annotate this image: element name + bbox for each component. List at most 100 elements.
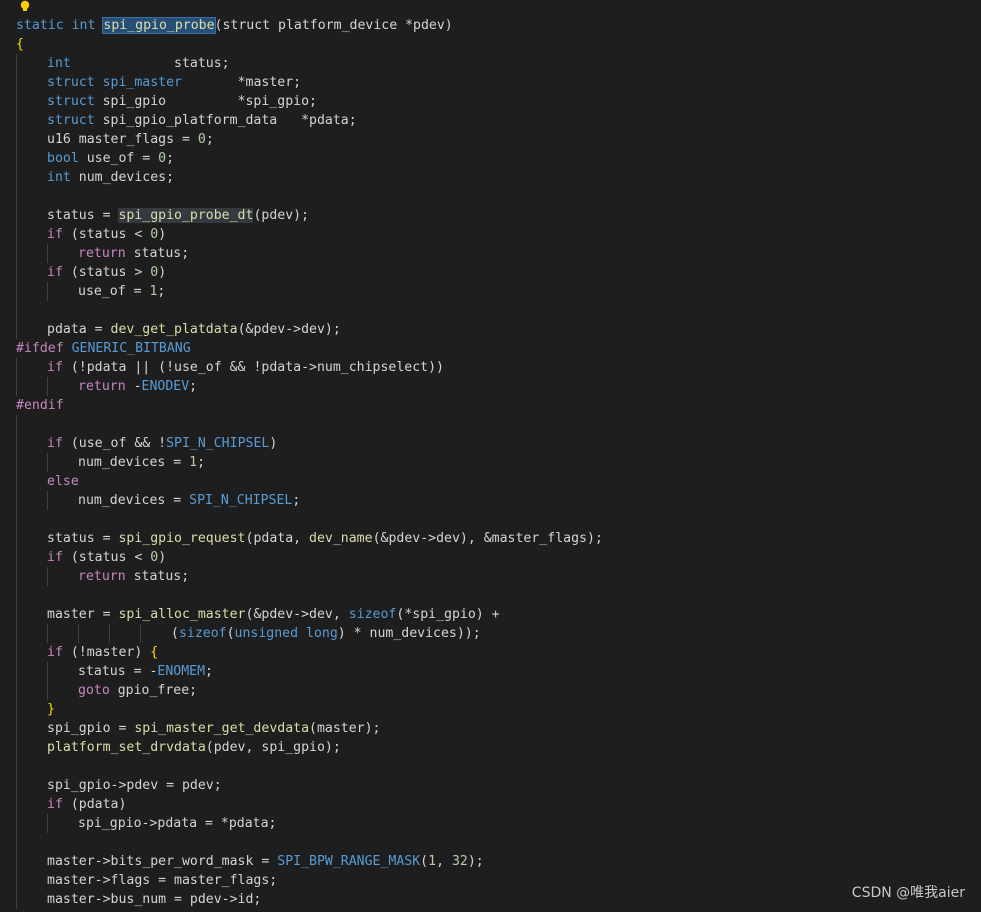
indent-guide	[16, 567, 17, 586]
code-line[interactable]: if (status > 0)	[0, 263, 981, 282]
code-line[interactable]: spi_gpio->pdev = pdev;	[0, 776, 981, 795]
code-line[interactable]	[0, 301, 981, 320]
code-line[interactable]: int status;	[0, 54, 981, 73]
code-line[interactable]	[0, 187, 981, 206]
indent-guide	[16, 795, 17, 814]
code-line[interactable]: status = spi_gpio_request(pdata, dev_nam…	[0, 529, 981, 548]
code-token: ENODEV	[141, 379, 190, 394]
code-line[interactable]: else	[0, 472, 981, 491]
code-token: num_devices =	[78, 455, 190, 470]
code-token: -	[125, 379, 142, 394]
code-line[interactable]	[0, 510, 981, 529]
code-line[interactable]: static int spi_gpio_probe(struct platfor…	[0, 16, 981, 35]
code-token: if	[47, 797, 63, 812]
code-line[interactable]: {	[0, 35, 981, 54]
code-token: (use_of && !	[62, 436, 167, 451]
code-line[interactable]: bool use_of = 0;	[0, 149, 981, 168]
code-token: ;	[157, 284, 166, 299]
code-token: ;	[166, 151, 175, 166]
code-text: int num_devices;	[47, 168, 174, 187]
code-token: #endif	[16, 398, 64, 413]
code-line[interactable]: master->flags = master_flags;	[0, 871, 981, 890]
code-line[interactable]	[0, 833, 981, 852]
code-token: (struct platform_device *pdev)	[214, 18, 453, 33]
indent-guide	[16, 738, 17, 757]
code-token: )	[158, 227, 167, 242]
code-line[interactable]: status = spi_gpio_probe_dt(pdev);	[0, 206, 981, 225]
code-token: status =	[47, 208, 119, 223]
lightbulb-icon[interactable]	[18, 0, 32, 12]
indent-guide	[140, 624, 141, 643]
code-line[interactable]: master = spi_alloc_master(&pdev->dev, si…	[0, 605, 981, 624]
code-text: (sizeof(unsigned long) * num_devices));	[171, 624, 481, 643]
code-token: sizeof	[348, 607, 397, 622]
code-line[interactable]: u16 master_flags = 0;	[0, 130, 981, 149]
code-line[interactable]: platform_set_drvdata(pdev, spi_gpio);	[0, 738, 981, 757]
code-text: return -ENODEV;	[78, 377, 197, 396]
code-token: spi_alloc_master	[118, 607, 246, 622]
code-line[interactable]: pdata = dev_get_platdata(&pdev->dev);	[0, 320, 981, 339]
code-token: 0	[150, 550, 159, 565]
code-line[interactable]: goto gpio_free;	[0, 681, 981, 700]
code-line[interactable]: if (status < 0)	[0, 225, 981, 244]
code-line[interactable]: if (!pdata || (!use_of && !pdata->num_ch…	[0, 358, 981, 377]
code-line[interactable]: master->bus_num = pdev->id;	[0, 890, 981, 909]
indent-guide	[16, 111, 17, 130]
indent-guide	[16, 548, 17, 567]
code-line[interactable]: return status;	[0, 244, 981, 263]
code-token: int	[71, 18, 96, 33]
code-line[interactable]	[0, 757, 981, 776]
code-token: use_of =	[78, 151, 159, 166]
code-token: master->flags = master_flags;	[47, 873, 278, 888]
code-line[interactable]	[0, 415, 981, 434]
code-line[interactable]	[0, 586, 981, 605]
code-token: (*spi_gpio) +	[396, 607, 500, 622]
code-line[interactable]: #endif	[0, 396, 981, 415]
code-line[interactable]: int num_devices;	[0, 168, 981, 187]
code-line[interactable]: if (!master) {	[0, 643, 981, 662]
code-line[interactable]: return status;	[0, 567, 981, 586]
code-line[interactable]: (sizeof(unsigned long) * num_devices));	[0, 624, 981, 643]
code-text: return status;	[78, 567, 189, 586]
code-line[interactable]: spi_gpio->pdata = *pdata;	[0, 814, 981, 833]
code-token: struct	[47, 94, 95, 109]
code-lines: static int spi_gpio_probe(struct platfor…	[0, 16, 981, 909]
code-token: u16 master_flags =	[47, 132, 198, 147]
code-token: spi_gpio_platform_data *pdata;	[94, 113, 357, 128]
code-token: )	[269, 436, 278, 451]
code-line[interactable]: #ifdef GENERIC_BITBANG	[0, 339, 981, 358]
indent-guide	[16, 529, 17, 548]
code-token: int	[47, 56, 71, 71]
code-line[interactable]: return -ENODEV;	[0, 377, 981, 396]
code-text: master->bus_num = pdev->id;	[47, 890, 261, 909]
code-line[interactable]: num_devices = 1;	[0, 453, 981, 472]
code-line[interactable]: num_devices = SPI_N_CHIPSEL;	[0, 491, 981, 510]
code-token: ;	[197, 455, 206, 470]
code-token: spi_gpio->pdev = pdev;	[47, 778, 222, 793]
code-token: *master;	[182, 75, 302, 90]
code-line[interactable]: }	[0, 700, 981, 719]
code-token: ENOMEM	[157, 664, 206, 679]
code-token: (master);	[309, 721, 381, 736]
code-text: int status;	[47, 54, 230, 73]
code-text: if (!pdata || (!use_of && !pdata->num_ch…	[47, 358, 444, 377]
code-line[interactable]: if (use_of && !SPI_N_CHIPSEL)	[0, 434, 981, 453]
indent-guide	[16, 624, 17, 643]
code-token: 0	[150, 227, 159, 242]
code-token: gpio_free;	[109, 683, 198, 698]
code-line[interactable]: struct spi_master *master;	[0, 73, 981, 92]
code-token: ,	[436, 854, 452, 869]
code-line[interactable]: spi_gpio = spi_master_get_devdata(master…	[0, 719, 981, 738]
code-line[interactable]: struct spi_gpio_platform_data *pdata;	[0, 111, 981, 130]
code-token: dev_get_platdata	[110, 322, 238, 337]
code-line[interactable]: struct spi_gpio *spi_gpio;	[0, 92, 981, 111]
code-line[interactable]: use_of = 1;	[0, 282, 981, 301]
code-line[interactable]: if (status < 0)	[0, 548, 981, 567]
indent-guide	[16, 92, 17, 111]
code-line[interactable]: master->bits_per_word_mask = SPI_BPW_RAN…	[0, 852, 981, 871]
indent-guide	[16, 510, 17, 529]
code-line[interactable]: if (pdata)	[0, 795, 981, 814]
code-line[interactable]: status = -ENOMEM;	[0, 662, 981, 681]
code-editor[interactable]: static int spi_gpio_probe(struct platfor…	[0, 0, 981, 912]
